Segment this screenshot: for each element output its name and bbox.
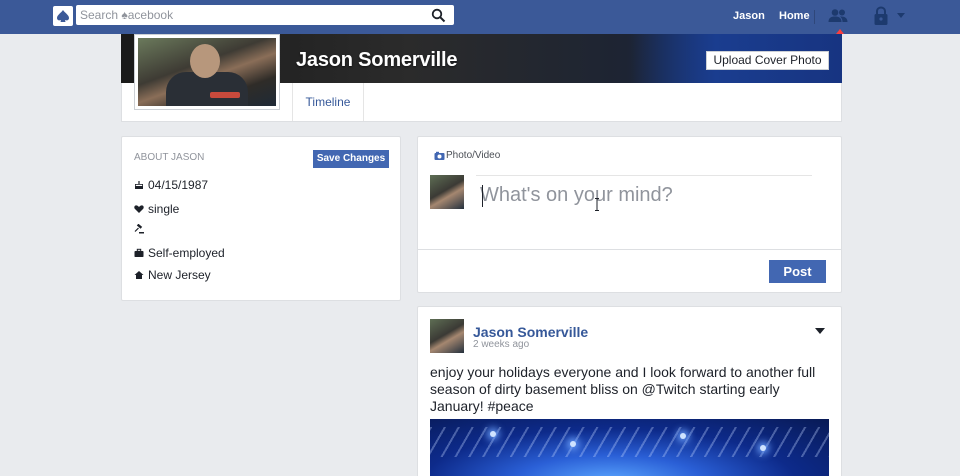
briefcase-icon — [134, 248, 144, 257]
profile-picture-face — [190, 44, 220, 78]
profile-picture-image — [138, 38, 276, 106]
friend-requests-icon[interactable] — [828, 8, 848, 24]
composer-footer: Post — [418, 249, 841, 293]
birthday-cake-icon — [135, 181, 143, 189]
heart-icon — [134, 205, 144, 213]
gavel-icon — [134, 224, 144, 234]
about-relationship[interactable]: single — [134, 202, 179, 216]
tab-timeline[interactable]: Timeline — [292, 83, 364, 121]
story-photo-stage-light — [680, 433, 686, 439]
photo-video-tab[interactable]: Photo/Video — [434, 150, 500, 161]
composer-divider — [476, 175, 812, 176]
feed-story: Jason Somerville 2 weeks ago enjoy your … — [417, 306, 842, 476]
text-cursor-icon — [595, 198, 599, 211]
post-button[interactable]: Post — [769, 260, 826, 283]
story-photo[interactable] — [430, 419, 829, 476]
search-bar — [76, 5, 454, 25]
home-link[interactable]: Home — [779, 10, 810, 22]
about-card: ABOUT JASON Save Changes 04/15/1987 sing… — [121, 136, 401, 301]
camera-icon — [434, 151, 445, 160]
status-composer: Photo/Video Post — [417, 136, 842, 293]
profile-picture-poker-chips — [210, 92, 240, 98]
top-navigation-bar: Jason Home — [0, 0, 960, 34]
search-icon[interactable] — [431, 8, 446, 23]
nav-divider — [814, 10, 815, 24]
upload-cover-photo-button[interactable]: Upload Cover Photo — [706, 51, 829, 70]
about-title: ABOUT JASON — [134, 152, 205, 163]
privacy-lock-icon[interactable] — [873, 6, 889, 26]
search-input[interactable] — [76, 5, 416, 25]
status-input[interactable] — [480, 181, 810, 209]
account-menu-chevron-down-icon[interactable] — [897, 13, 905, 18]
about-work-text: Self-employed — [148, 246, 225, 260]
story-timestamp[interactable]: 2 weeks ago — [473, 339, 529, 350]
about-relationship-text: single — [148, 202, 180, 216]
spade-logo-icon[interactable] — [53, 6, 73, 26]
story-photo-stage-light — [490, 431, 496, 437]
story-author-avatar[interactable] — [430, 319, 464, 353]
about-work[interactable]: Self-employed — [134, 246, 225, 260]
home-icon — [134, 271, 144, 279]
about-location[interactable]: New Jersey — [134, 268, 211, 282]
profile-name: Jason Somerville — [296, 49, 458, 71]
profile-link[interactable]: Jason — [733, 10, 765, 22]
save-changes-button[interactable]: Save Changes — [313, 150, 389, 168]
photo-video-label: Photo/Video — [446, 150, 501, 161]
profile-picture[interactable] — [134, 34, 280, 110]
story-author-name[interactable]: Jason Somerville — [473, 324, 588, 340]
story-photo-stage-light — [570, 441, 576, 447]
composer-avatar — [430, 175, 464, 209]
about-location-text: New Jersey — [148, 268, 211, 282]
story-options-chevron-down-icon[interactable] — [815, 328, 825, 334]
about-politics[interactable] — [134, 224, 148, 234]
about-birthday[interactable]: 04/15/1987 — [134, 178, 208, 192]
text-caret — [482, 185, 483, 207]
story-photo-stage-light — [760, 445, 766, 451]
story-text: enjoy your holidays everyone and I look … — [430, 364, 816, 414]
about-birthday-text: 04/15/1987 — [148, 178, 209, 192]
